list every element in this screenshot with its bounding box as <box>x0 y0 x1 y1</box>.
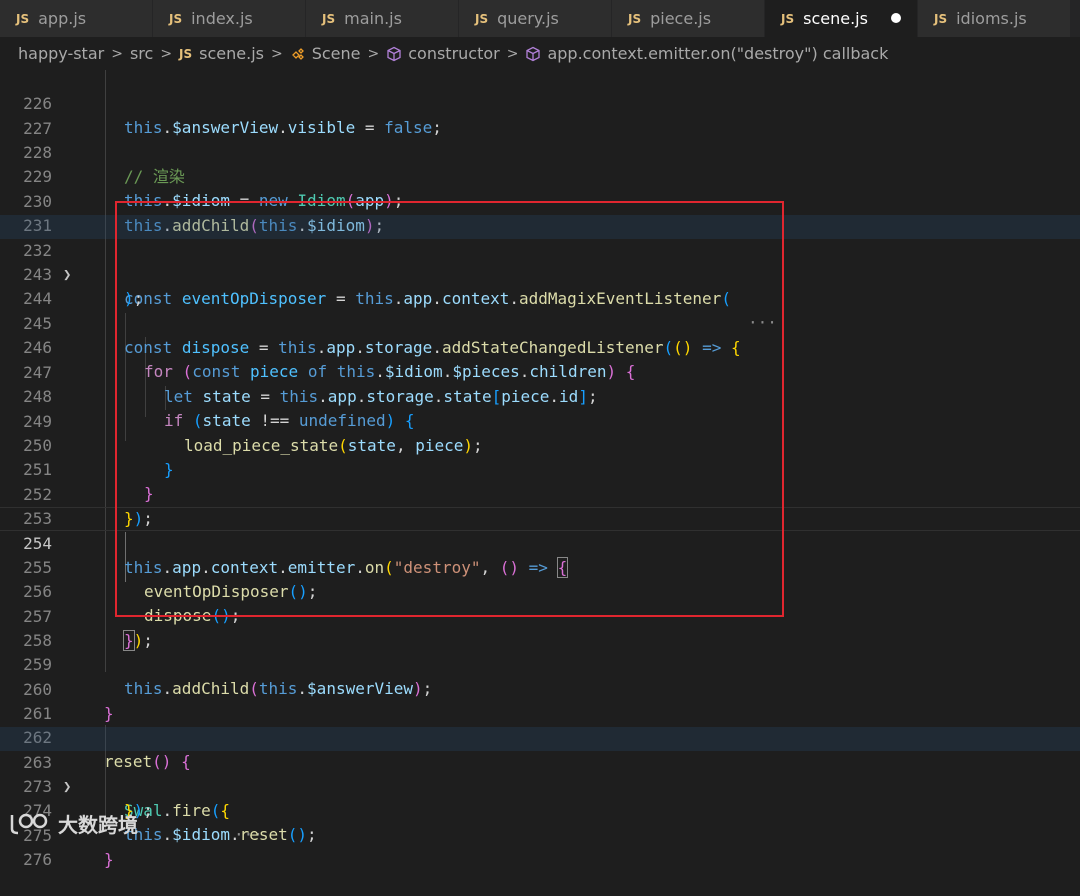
js-file-icon: JS <box>628 11 642 26</box>
tab-query-js[interactable]: JS query.js <box>459 0 612 37</box>
code-line[interactable]: 228 // 渲染 <box>0 117 1080 186</box>
breadcrumb-class[interactable]: Scene <box>312 44 361 63</box>
unsaved-dot-icon[interactable] <box>891 13 901 23</box>
code-line[interactable]: 229 this.$idiom = new Idiom(app); <box>0 141 1080 210</box>
breadcrumb-callback[interactable]: app.context.emitter.on("destroy") callba… <box>547 44 888 63</box>
js-file-icon: JS <box>179 46 193 61</box>
code-line[interactable]: 276 <box>0 824 1080 869</box>
method-cube-icon <box>387 46 401 61</box>
highlight-annotation-box <box>115 201 784 617</box>
class-icon <box>291 47 304 60</box>
js-file-icon: JS <box>322 11 336 26</box>
chevron-right-icon: > <box>506 45 519 62</box>
code-line[interactable]: 273 }); <box>0 751 1080 820</box>
editor-tab-bar: JS app.js JS index.js JS main.js JS quer… <box>0 0 1080 37</box>
watermark: 大数跨境 <box>8 806 138 840</box>
tab-label: index.js <box>191 9 253 28</box>
js-file-icon: JS <box>169 11 183 26</box>
tab-piece-js[interactable]: JS piece.js <box>612 0 765 37</box>
tab-scene-js[interactable]: JS scene.js <box>765 0 918 37</box>
breadcrumb-method[interactable]: constructor <box>408 44 500 63</box>
tab-label: scene.js <box>803 9 868 28</box>
chevron-right-icon: > <box>111 45 123 62</box>
tab-app-js[interactable]: JS app.js <box>0 0 153 37</box>
code-line[interactable]: 227 <box>0 93 1080 138</box>
line-number: 276 <box>23 850 52 869</box>
code-line[interactable]: 262 reset() { <box>0 702 1080 771</box>
breadcrumb: happy-star > src > JS scene.js > Scene >… <box>0 37 1080 70</box>
watermark-text: 大数跨境 <box>58 812 138 837</box>
chevron-right-icon: > <box>270 45 283 62</box>
tab-index-js[interactable]: JS index.js <box>153 0 306 37</box>
tab-label: query.js <box>497 9 559 28</box>
tab-label: app.js <box>38 9 87 28</box>
chevron-right-icon: > <box>160 45 173 62</box>
code-line[interactable]: 263 ❯ Swal.fire({ ··· <box>0 727 1080 844</box>
tab-label: main.js <box>344 9 402 28</box>
code-line[interactable]: 259 this.addChild(this.$answerView); <box>0 629 1080 698</box>
breadcrumb-project[interactable]: happy-star <box>18 44 104 63</box>
code-line[interactable]: 261 <box>0 678 1080 723</box>
chevron-right-icon: > <box>367 45 380 62</box>
method-cube-icon <box>526 46 541 61</box>
code-line[interactable]: 230 this.addChild(this.$idiom); <box>0 166 1080 235</box>
breadcrumb-folder[interactable]: src <box>130 44 153 63</box>
tab-label: piece.js <box>650 9 712 28</box>
code-line[interactable]: 274 this.$idiom.reset(); <box>0 775 1080 844</box>
tab-label: idioms.js <box>956 9 1027 28</box>
js-file-icon: JS <box>934 11 948 26</box>
js-file-icon: JS <box>475 11 489 26</box>
tab-main-js[interactable]: JS main.js <box>306 0 459 37</box>
code-line[interactable]: 260 } <box>0 654 1080 723</box>
tab-idioms-js[interactable]: JS idioms.js <box>918 0 1071 37</box>
code-line[interactable]: 226 this.$answerView.visible = false; <box>0 68 1080 137</box>
js-file-icon: JS <box>16 11 30 26</box>
code-line[interactable]: 275 } <box>0 800 1080 869</box>
js-file-icon: JS <box>781 11 795 26</box>
breadcrumb-file[interactable]: scene.js <box>199 44 264 63</box>
watermark-logo-icon <box>10 813 48 835</box>
code-text: } <box>104 850 114 869</box>
